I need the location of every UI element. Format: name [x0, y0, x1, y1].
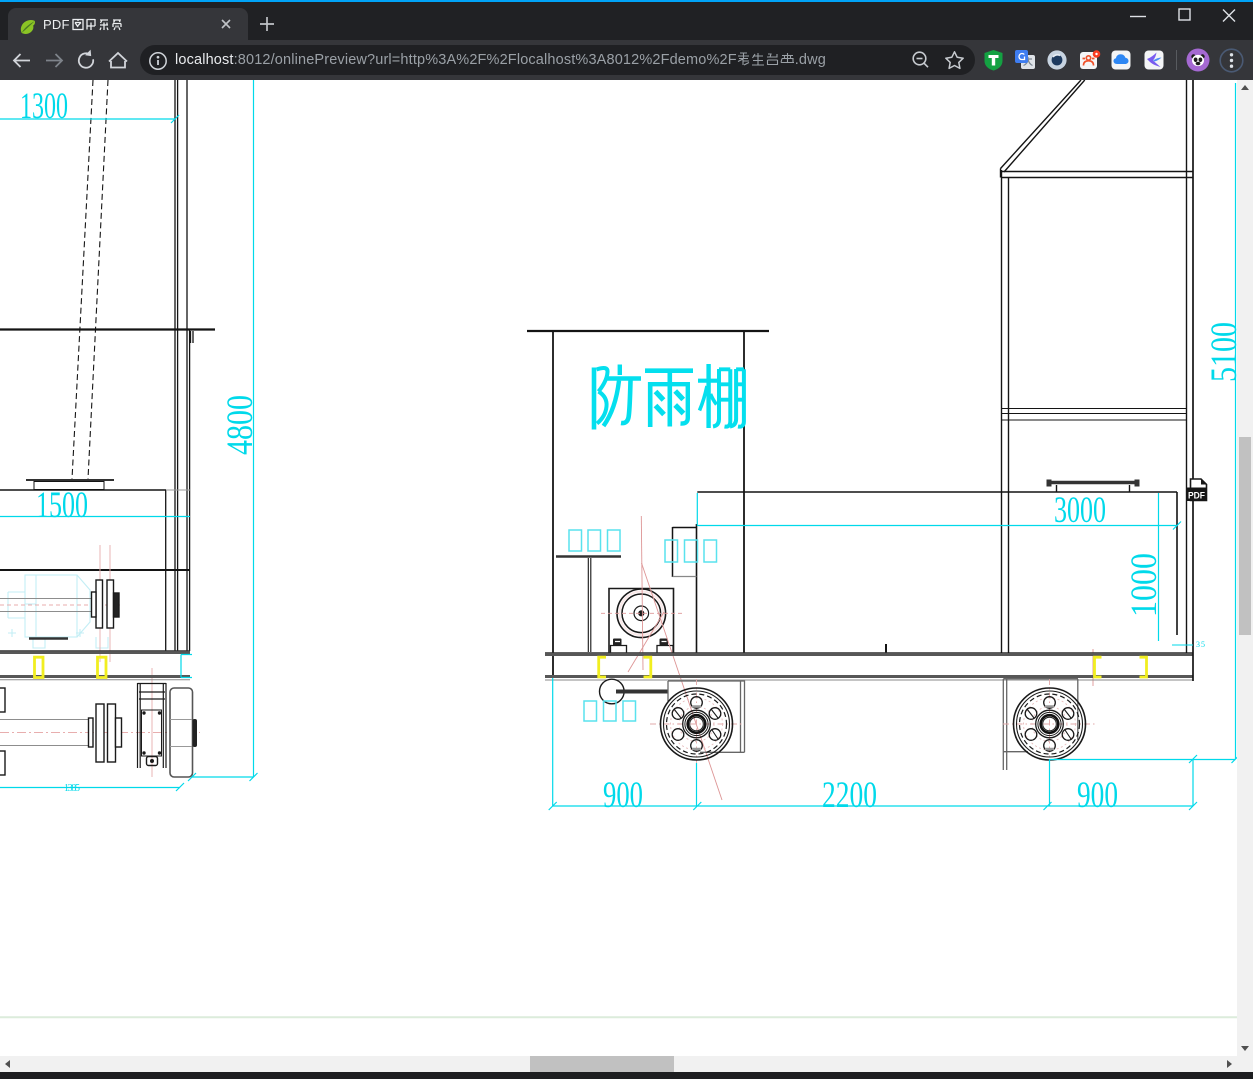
svg-text:35: 35: [1196, 640, 1205, 649]
svg-text:900: 900: [603, 775, 643, 816]
svg-text:PDF: PDF: [1188, 490, 1205, 500]
svg-text:1500: 1500: [36, 485, 88, 526]
svg-text:900: 900: [1077, 775, 1118, 816]
svg-text:1385: 1385: [64, 783, 80, 794]
svg-text:4800: 4800: [220, 395, 261, 455]
svg-text:1000: 1000: [1124, 553, 1165, 617]
svg-text:3000: 3000: [1054, 490, 1106, 531]
svg-text:2200: 2200: [822, 775, 877, 816]
svg-text:1300: 1300: [20, 86, 68, 127]
svg-text:5100: 5100: [1204, 322, 1237, 382]
